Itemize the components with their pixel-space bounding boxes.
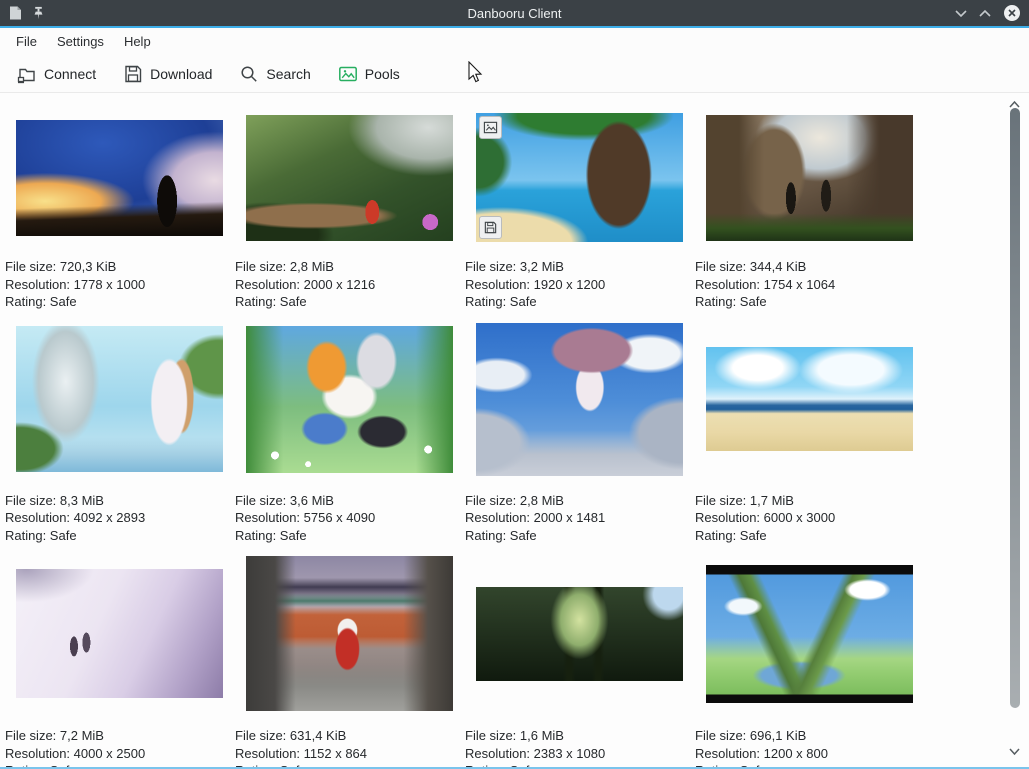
connect-button[interactable]: Connect <box>16 63 96 85</box>
file-size-label: File size: 720,3 KiB <box>5 258 234 276</box>
resolution-label: Resolution: 1754 x 1064 <box>695 276 924 294</box>
resolution-label: Resolution: 2383 x 1080 <box>465 745 694 763</box>
post-item: File size: 3,6 MiB Resolution: 5756 x 40… <box>234 323 464 545</box>
post-thumbnail[interactable] <box>706 115 913 241</box>
post-thumbnail[interactable] <box>16 120 223 236</box>
rating-label: Rating: Safe <box>695 293 924 311</box>
post-item: File size: 7,2 MiB Resolution: 4000 x 25… <box>4 556 234 767</box>
close-button[interactable] <box>1003 4 1021 22</box>
file-size-label: File size: 2,8 MiB <box>235 258 464 276</box>
pools-image-icon <box>337 63 359 85</box>
post-item: File size: 8,3 MiB Resolution: 4092 x 28… <box>4 323 234 545</box>
menu-help[interactable]: Help <box>114 30 161 53</box>
app-window: Danbooru Client File Settings <box>0 0 1029 769</box>
save-download-icon <box>122 63 144 85</box>
pools-button[interactable]: Pools <box>337 63 400 85</box>
save-icon <box>483 220 498 235</box>
close-icon <box>1003 4 1021 22</box>
chevron-down-icon <box>1008 747 1021 756</box>
app-icon <box>8 5 23 21</box>
post-item: File size: 2,8 MiB Resolution: 2000 x 14… <box>464 323 694 545</box>
post-thumbnail[interactable] <box>246 115 453 241</box>
file-size-label: File size: 8,3 MiB <box>5 492 234 510</box>
post-item: File size: 720,3 KiB Resolution: 1778 x … <box>4 113 234 311</box>
resolution-label: Resolution: 1920 x 1200 <box>465 276 694 294</box>
download-button[interactable]: Download <box>122 63 212 85</box>
maximize-button[interactable] <box>979 9 991 18</box>
post-thumbnail[interactable] <box>246 326 453 473</box>
file-size-label: File size: 631,4 KiB <box>235 727 464 745</box>
menu-file[interactable]: File <box>6 30 47 53</box>
post-thumbnail[interactable] <box>476 587 683 681</box>
post-thumbnail[interactable] <box>246 556 453 711</box>
rating-label: Rating: Safe <box>465 293 694 311</box>
post-item: File size: 631,4 KiB Resolution: 1152 x … <box>234 556 464 767</box>
resolution-label: Resolution: 6000 x 3000 <box>695 509 924 527</box>
pin-icon[interactable] <box>31 5 46 21</box>
vertical-scrollbar[interactable] <box>1007 93 1023 767</box>
post-item: File size: 344,4 KiB Resolution: 1754 x … <box>694 113 924 311</box>
picture-icon <box>483 120 498 135</box>
search-label: Search <box>266 66 310 82</box>
rating-label: Rating: Safe <box>235 293 464 311</box>
post-thumbnail[interactable] <box>16 326 223 472</box>
rating-label: Rating: Safe <box>5 527 234 545</box>
download-label: Download <box>150 66 212 82</box>
connect-label: Connect <box>44 66 96 82</box>
resolution-label: Resolution: 2000 x 1216 <box>235 276 464 294</box>
resolution-label: Resolution: 4092 x 2893 <box>5 509 234 527</box>
post-thumbnail[interactable] <box>16 569 223 698</box>
chevron-up-icon <box>979 9 991 18</box>
post-item: File size: 1,7 MiB Resolution: 6000 x 30… <box>694 323 924 545</box>
posts-grid: File size: 720,3 KiB Resolution: 1778 x … <box>4 113 924 767</box>
rating-label: Rating: Safe <box>695 527 924 545</box>
file-size-label: File size: 2,8 MiB <box>465 492 694 510</box>
mouse-cursor <box>468 61 484 83</box>
view-image-button[interactable] <box>479 116 502 139</box>
file-size-label: File size: 3,6 MiB <box>235 492 464 510</box>
post-item: File size: 3,2 MiB Resolution: 1920 x 12… <box>464 113 694 311</box>
resolution-label: Resolution: 1152 x 864 <box>235 745 464 763</box>
menubar: File Settings Help <box>0 28 1029 55</box>
resolution-label: Resolution: 1200 x 800 <box>695 745 924 763</box>
post-thumbnail[interactable] <box>706 347 913 451</box>
menu-settings[interactable]: Settings <box>47 30 114 53</box>
resolution-label: Resolution: 2000 x 1481 <box>465 509 694 527</box>
network-connect-icon <box>16 63 38 85</box>
file-size-label: File size: 1,7 MiB <box>695 492 924 510</box>
rating-label: Rating: Safe <box>465 527 694 545</box>
scroll-down-button[interactable] <box>1008 743 1021 761</box>
file-size-label: File size: 7,2 MiB <box>5 727 234 745</box>
resolution-label: Resolution: 5756 x 4090 <box>235 509 464 527</box>
chevron-down-icon <box>955 9 967 18</box>
file-size-label: File size: 1,6 MiB <box>465 727 694 745</box>
file-size-label: File size: 696,1 KiB <box>695 727 924 745</box>
rating-label: Rating: Safe <box>235 527 464 545</box>
pools-label: Pools <box>365 66 400 82</box>
scrollbar-handle[interactable] <box>1010 108 1020 708</box>
file-size-label: File size: 344,4 KiB <box>695 258 924 276</box>
file-size-label: File size: 3,2 MiB <box>465 258 694 276</box>
post-item: File size: 696,1 KiB Resolution: 1200 x … <box>694 556 924 767</box>
post-item: File size: 1,6 MiB Resolution: 2383 x 10… <box>464 556 694 767</box>
post-thumbnail[interactable] <box>706 565 913 703</box>
post-item: File size: 2,8 MiB Resolution: 2000 x 12… <box>234 113 464 311</box>
toolbar: Connect Download Search Pools <box>0 55 1029 93</box>
resolution-label: Resolution: 1778 x 1000 <box>5 276 234 294</box>
posts-view: File size: 720,3 KiB Resolution: 1778 x … <box>0 93 1029 767</box>
titlebar[interactable]: Danbooru Client <box>0 0 1029 26</box>
post-thumbnail[interactable] <box>476 113 683 242</box>
search-button[interactable]: Search <box>238 63 310 85</box>
window-title: Danbooru Client <box>0 6 1029 21</box>
resolution-label: Resolution: 4000 x 2500 <box>5 745 234 763</box>
search-icon <box>238 63 260 85</box>
minimize-button[interactable] <box>955 9 967 18</box>
rating-label: Rating: Safe <box>5 293 234 311</box>
save-image-button[interactable] <box>479 216 502 239</box>
post-thumbnail[interactable] <box>476 323 683 476</box>
